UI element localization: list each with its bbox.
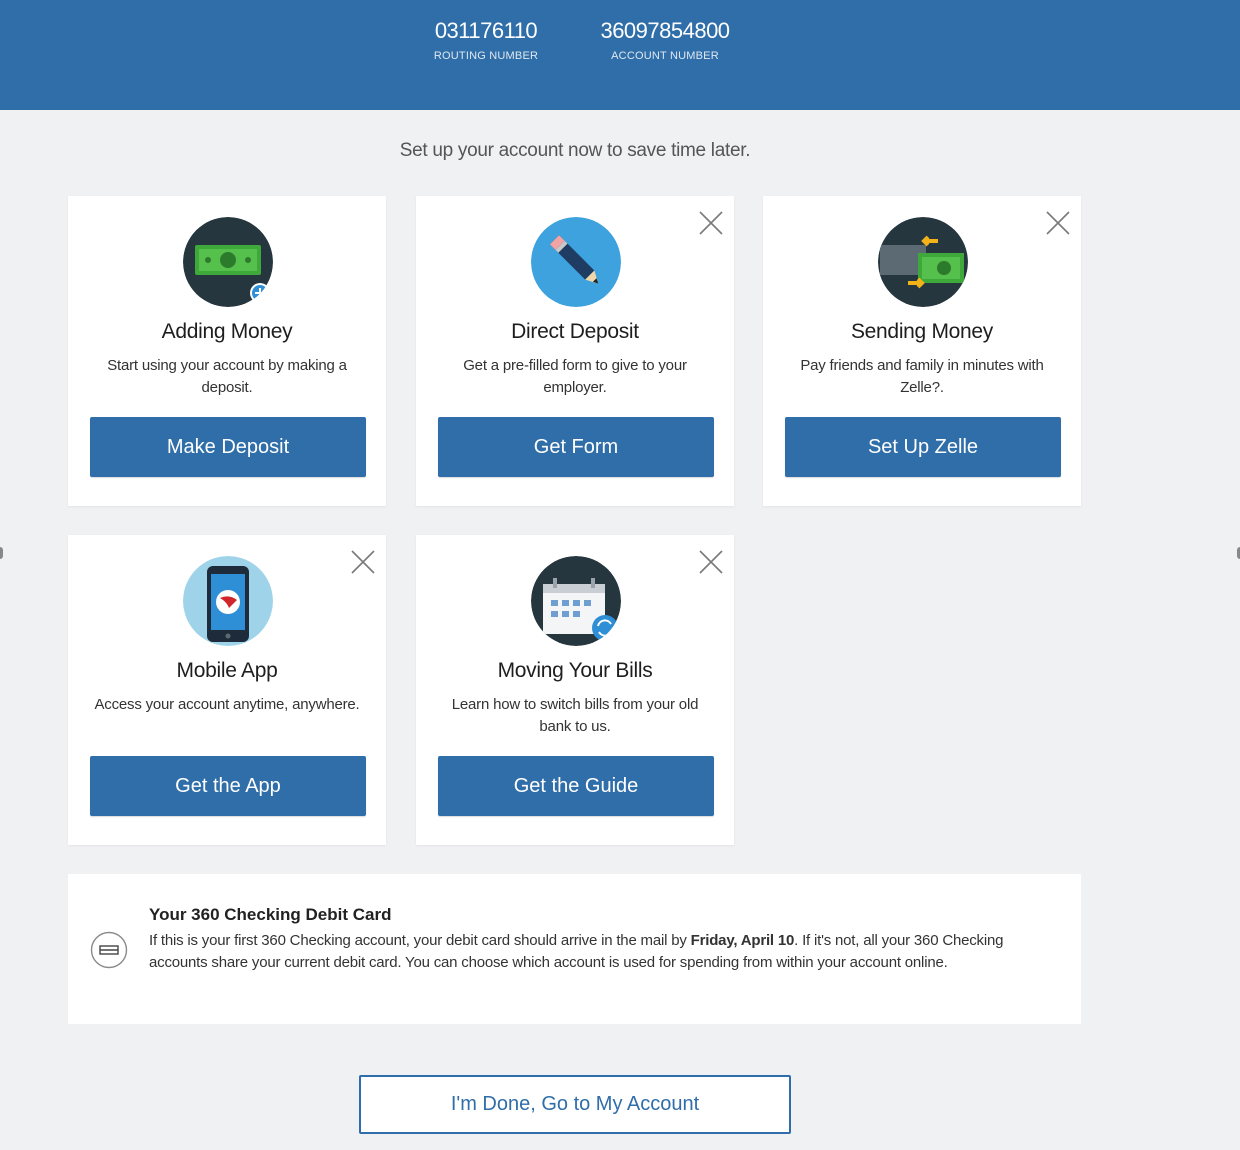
make-deposit-button[interactable]: Make Deposit [90, 417, 366, 477]
pencil-icon [531, 217, 621, 307]
get-the-guide-button[interactable]: Get the Guide [438, 756, 714, 816]
card-adding-money: Adding Money Start using your account by… [68, 196, 386, 506]
close-icon[interactable] [698, 549, 724, 575]
debit-text-before: If this is your first 360 Checking accou… [149, 932, 691, 949]
close-icon[interactable] [350, 549, 376, 575]
card-description: Start using your account by making a dep… [107, 357, 347, 396]
card-description: Access your account anytime, anywhere. [94, 696, 360, 713]
card-title: Moving Your Bills [497, 659, 653, 682]
card-direct-deposit: Direct Deposit Get a pre-filled form to … [416, 196, 734, 506]
routing-number: 031176110 [434, 18, 538, 43]
card-description: Get a pre-filled form to give to your em… [463, 357, 687, 396]
debit-card-title: Your 360 Checking Debit Card [149, 905, 392, 924]
debit-card-text: If this is your first 360 Checking accou… [149, 930, 1059, 974]
card-description: Learn how to switch bills from your old … [451, 696, 699, 735]
close-icon[interactable] [1045, 210, 1071, 236]
debit-arrival-date: Friday, April 10 [690, 932, 795, 949]
collapse-minus-icon[interactable] [90, 931, 128, 969]
account-number-label: ACCOUNT NUMBER [611, 50, 719, 62]
money-transfer-icon [878, 217, 968, 307]
card-title: Adding Money [161, 320, 293, 343]
account-number: 36097854800 [600, 18, 730, 43]
routing-number-block: 031176110 ROUTING NUMBER [420, 18, 552, 62]
card-title: Sending Money [850, 320, 994, 343]
get-the-app-button[interactable]: Get the App [90, 756, 366, 816]
money-deposit-icon [183, 217, 273, 307]
left-edge-handle [0, 547, 3, 559]
set-up-zelle-button[interactable]: Set Up Zelle [785, 417, 1061, 477]
page-tagline: Set up your account now to save time lat… [399, 140, 751, 161]
mobile-phone-icon [183, 556, 273, 646]
card-mobile-app: Mobile App Access your account anytime, … [68, 535, 386, 845]
card-moving-bills: Moving Your Bills Learn how to switch bi… [416, 535, 734, 845]
account-number-block: 36097854800 ACCOUNT NUMBER [592, 18, 738, 62]
debit-card-notice: Your 360 Checking Debit Card If this is … [68, 874, 1081, 1024]
card-sending-money: Sending Money Pay friends and family in … [763, 196, 1081, 506]
done-go-to-account-button[interactable]: I'm Done, Go to My Account [359, 1075, 791, 1134]
calendar-icon [531, 556, 621, 646]
card-description: Pay friends and family in minutes with Z… [800, 357, 1044, 396]
account-header: 031176110 ROUTING NUMBER 36097854800 ACC… [0, 0, 1240, 110]
routing-number-label: ROUTING NUMBER [433, 50, 539, 62]
card-title: Direct Deposit [511, 320, 639, 343]
close-icon[interactable] [698, 210, 724, 236]
get-form-button[interactable]: Get Form [438, 417, 714, 477]
card-title: Mobile App [176, 659, 278, 682]
